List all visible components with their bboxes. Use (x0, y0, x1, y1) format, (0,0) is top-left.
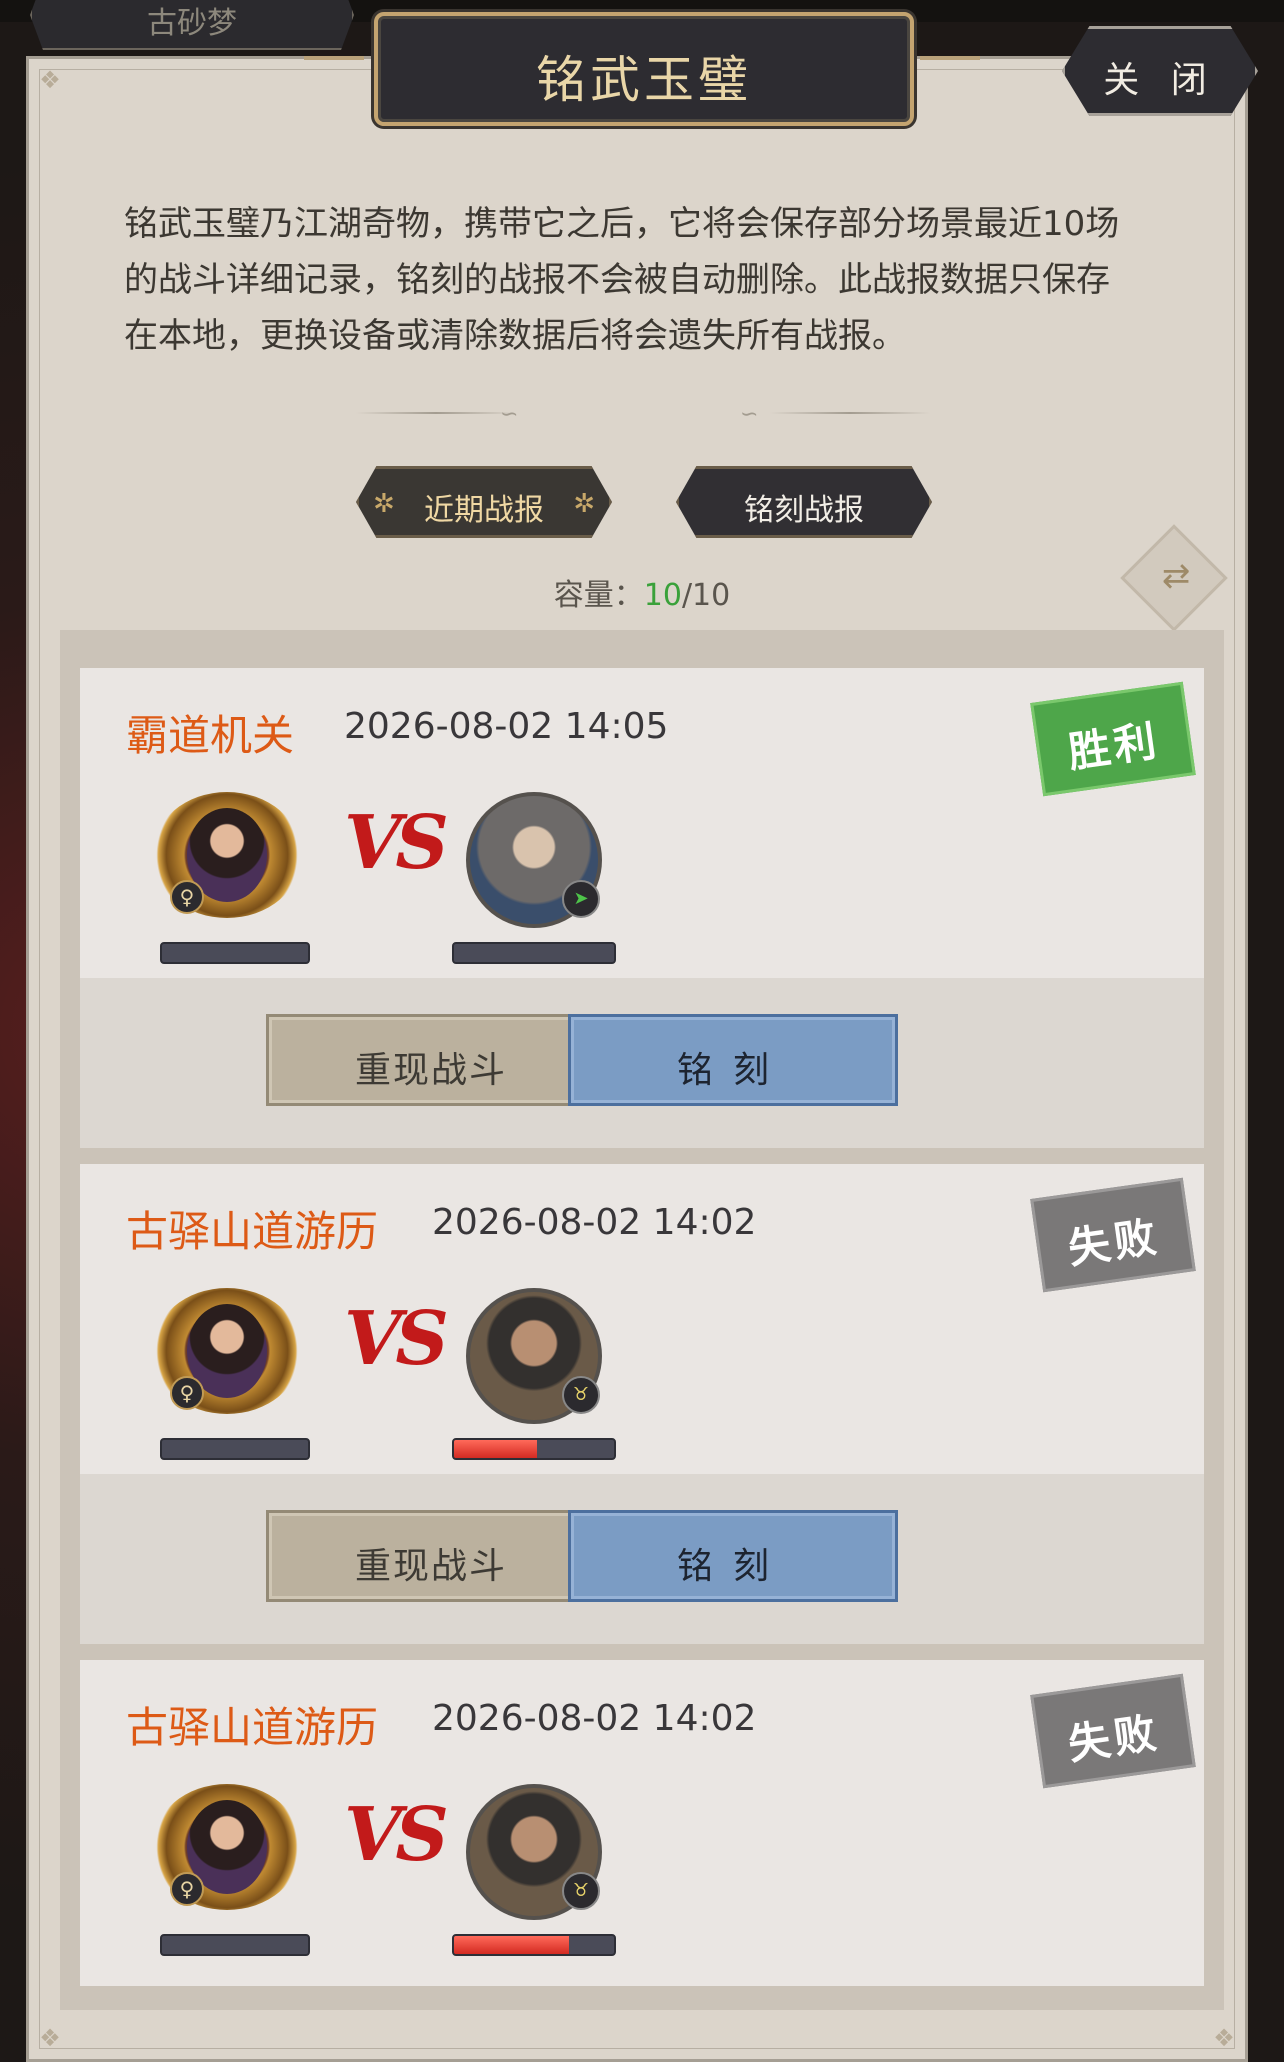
capacity-label: 容量： (553, 578, 644, 613)
horn-badge-icon: ♉ (562, 1376, 600, 1414)
title-ornament-left (304, 56, 364, 60)
refresh-icon: ⇄ (1161, 555, 1191, 596)
record-scene-name: 古驿山道游历 (126, 1207, 379, 1256)
player-avatar[interactable]: ♀ (152, 1288, 302, 1414)
engrave-button[interactable]: 铭刻 (568, 1510, 898, 1602)
title-ornament-right (920, 56, 980, 60)
replay-battle-button[interactable]: 重现战斗 (266, 1014, 596, 1106)
enemy-avatar[interactable]: ♉ (466, 1288, 602, 1424)
corner-ornament-icon: ❖ (1213, 2024, 1235, 2052)
result-stamp-lose: 失败 (1030, 1177, 1196, 1293)
result-stamp-lose: 失败 (1030, 1673, 1196, 1789)
divider-ornament-icon: ∽ (500, 402, 519, 427)
record-list[interactable]: 霸道机关 2026-08-02 14:05 胜利 ♀ VS ➤ 重现战斗 铭刻 … (60, 630, 1224, 2010)
player-hp-bar (160, 1934, 310, 1956)
close-button-label: 关 闭 (1103, 60, 1217, 101)
previous-window-tab[interactable]: 古砂梦 (30, 0, 354, 50)
capacity-total: /10 (681, 578, 731, 613)
leaf-badge-icon: ➤ (562, 880, 600, 918)
page-title: 铭武玉璧 (536, 51, 752, 109)
player-avatar[interactable]: ♀ (152, 792, 302, 918)
enemy-hp-bar (452, 1438, 616, 1460)
tab-recent-reports[interactable]: ✲ 近期战报 ✲ (356, 466, 612, 538)
female-icon: ♀ (170, 880, 204, 914)
engrave-label: 铭刻 (676, 1546, 789, 1587)
vs-mark: VS (344, 1792, 449, 1878)
result-stamp-label: 胜利 (1065, 715, 1164, 778)
tab-engraved-reports[interactable]: 铭刻战报 (676, 466, 932, 538)
record-actions: 重现战斗 铭刻 (80, 978, 1204, 1148)
corner-ornament-icon: ❖ (39, 2024, 61, 2052)
female-icon: ♀ (170, 1872, 204, 1906)
vs-mark: VS (344, 800, 449, 886)
title-plate: 铭武玉璧 (374, 12, 914, 126)
tab-recent-reports-label: 近期战报 (424, 493, 544, 528)
result-stamp-win: 胜利 (1030, 681, 1196, 797)
record-card: 古驿山道游历 2026-08-02 14:02 失败 ♀ VS ♉ 重现战斗 铭… (80, 1164, 1204, 1644)
previous-window-tab-label: 古砂梦 (147, 6, 237, 41)
enemy-hp-fill (454, 1936, 570, 1954)
divider-right (770, 412, 930, 414)
player-hp-bar (160, 942, 310, 964)
record-time: 2026-08-02 14:02 (432, 1698, 757, 1739)
tab-engraved-reports-label: 铭刻战报 (744, 493, 864, 528)
capacity-used: 10 (643, 578, 682, 613)
vs-mark: VS (344, 1296, 449, 1382)
divider-left (356, 412, 516, 414)
corner-ornament-icon: ❖ (39, 66, 61, 94)
horn-badge-icon: ♉ (562, 1872, 600, 1910)
description-text: 铭武玉璧乃江湖奇物，携带它之后，它将会保存部分场景最近10场的战斗详细记录，铭刻… (124, 204, 1120, 356)
close-button[interactable]: 关 闭 (1062, 26, 1258, 116)
engrave-label: 铭刻 (676, 1050, 789, 1091)
record-card: 霸道机关 2026-08-02 14:05 胜利 ♀ VS ➤ 重现战斗 铭刻 (80, 668, 1204, 1148)
record-scene-name: 霸道机关 (126, 711, 295, 760)
enemy-hp-bar (452, 1934, 616, 1956)
player-hp-bar (160, 1438, 310, 1460)
divider-ornament-icon: ∽ (740, 402, 759, 427)
result-stamp-label: 失败 (1065, 1707, 1164, 1770)
replay-battle-button[interactable]: 重现战斗 (266, 1510, 596, 1602)
enemy-avatar[interactable]: ➤ (466, 792, 602, 928)
enemy-hp-fill (454, 1440, 538, 1458)
record-actions: 重现战斗 铭刻 (80, 1474, 1204, 1644)
female-icon: ♀ (170, 1376, 204, 1410)
result-stamp-label: 失败 (1065, 1211, 1164, 1274)
enemy-avatar[interactable]: ♉ (466, 1784, 602, 1920)
record-card: 古驿山道游历 2026-08-02 14:02 失败 ♀ VS ♉ (80, 1660, 1204, 1986)
replay-battle-label: 重现战斗 (354, 1546, 507, 1587)
replay-battle-label: 重现战斗 (354, 1050, 507, 1091)
player-avatar[interactable]: ♀ (152, 1784, 302, 1910)
capacity-indicator: 容量：10/10 (0, 570, 1284, 614)
record-time: 2026-08-02 14:02 (432, 1202, 757, 1243)
record-time: 2026-08-02 14:05 (344, 706, 669, 747)
record-scene-name: 古驿山道游历 (126, 1703, 379, 1752)
engrave-button[interactable]: 铭刻 (568, 1014, 898, 1106)
tab-ornament-icon: ✲ (573, 489, 595, 519)
enemy-hp-bar (452, 942, 616, 964)
